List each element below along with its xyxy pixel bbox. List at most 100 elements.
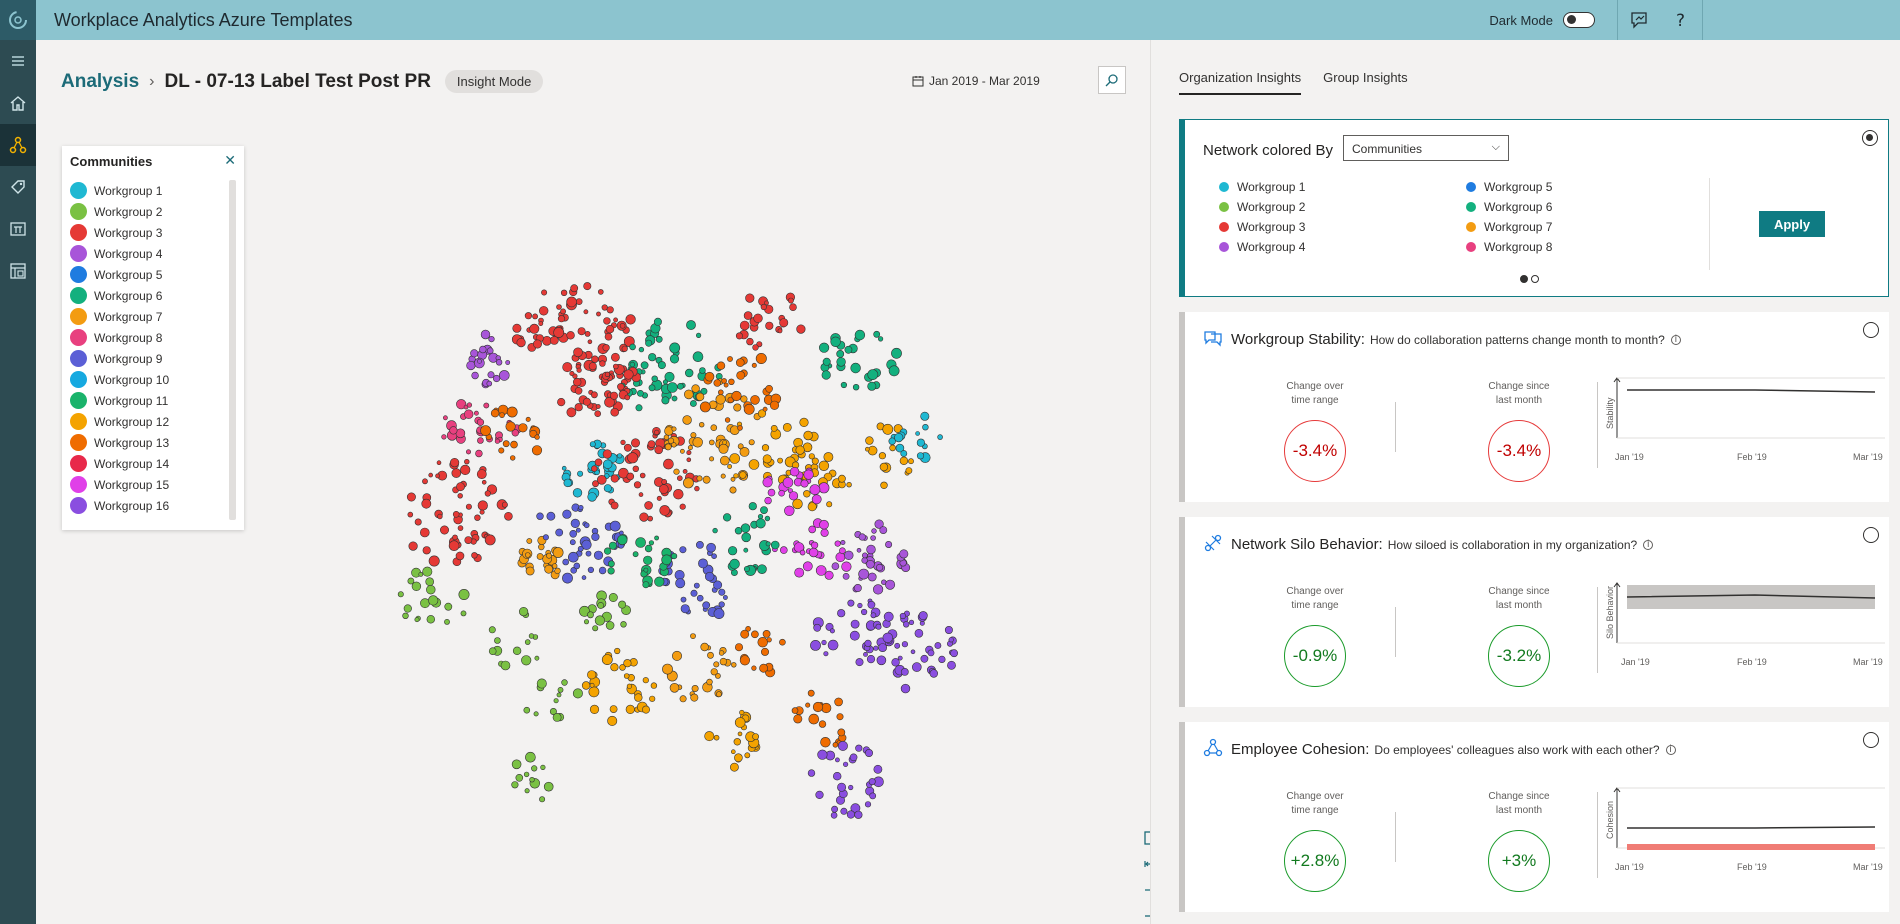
network-node[interactable] [770, 540, 780, 550]
network-node[interactable] [510, 455, 516, 461]
network-node[interactable] [654, 429, 660, 436]
network-node[interactable] [854, 810, 863, 819]
network-node[interactable] [899, 456, 909, 465]
network-node[interactable] [617, 534, 628, 546]
network-node[interactable] [757, 564, 767, 575]
network-node[interactable] [836, 357, 846, 367]
network-node[interactable] [867, 369, 879, 380]
network-node[interactable] [603, 484, 612, 493]
tag-icon[interactable] [0, 166, 36, 208]
network-node[interactable] [693, 582, 700, 589]
network-node[interactable] [916, 452, 925, 460]
network-node[interactable] [821, 639, 827, 646]
network-node[interactable] [901, 641, 909, 648]
network-node[interactable] [583, 309, 589, 315]
network-node[interactable] [458, 588, 470, 600]
network-node[interactable] [866, 654, 876, 664]
network-node[interactable] [574, 386, 583, 395]
network-node[interactable] [591, 465, 598, 472]
network-node[interactable] [618, 600, 627, 609]
network-node[interactable] [730, 762, 739, 772]
network-node[interactable] [581, 575, 587, 580]
cohesion-trend-chart[interactable]: Cohesion Jan '19 Feb '19 Mar '19 [1605, 784, 1885, 894]
network-node[interactable] [695, 392, 705, 401]
network-node[interactable] [480, 425, 491, 436]
network-node[interactable] [875, 623, 882, 630]
network-node[interactable] [582, 397, 591, 406]
tab-group-insights[interactable]: Group Insights [1323, 70, 1408, 95]
network-node[interactable] [736, 370, 746, 380]
network-node[interactable] [866, 544, 876, 555]
network-node[interactable] [451, 468, 462, 478]
network-node[interactable] [778, 489, 785, 497]
network-node[interactable] [455, 551, 465, 561]
network-node[interactable] [481, 479, 487, 485]
network-node[interactable] [477, 437, 484, 444]
network-node[interactable] [553, 327, 565, 338]
network-node[interactable] [803, 490, 811, 498]
network-node[interactable] [712, 527, 718, 534]
network-node[interactable] [479, 345, 487, 354]
network-node[interactable] [629, 343, 636, 351]
network-node[interactable] [765, 321, 774, 330]
network-node[interactable] [760, 303, 767, 311]
network-node[interactable] [880, 481, 888, 489]
network-node[interactable] [867, 572, 877, 582]
network-node[interactable] [502, 440, 510, 448]
network-node[interactable] [591, 532, 600, 542]
network-node[interactable] [695, 332, 702, 339]
network-node[interactable] [594, 615, 606, 626]
network-node[interactable] [512, 323, 522, 333]
network-node[interactable] [739, 471, 747, 479]
network-node[interactable] [614, 647, 621, 655]
network-node[interactable] [687, 445, 693, 451]
network-node[interactable] [498, 447, 505, 454]
network-node[interactable] [875, 563, 884, 572]
network-node[interactable] [841, 561, 852, 572]
network-node[interactable] [641, 705, 650, 714]
network-icon[interactable] [0, 124, 36, 166]
network-node[interactable] [696, 475, 703, 482]
network-node[interactable] [525, 751, 536, 763]
network-node[interactable] [728, 378, 735, 385]
network-node[interactable] [867, 381, 877, 391]
network-node[interactable] [516, 338, 526, 348]
network-node[interactable] [698, 422, 705, 428]
network-node[interactable] [630, 438, 640, 448]
network-node[interactable] [792, 498, 803, 510]
network-node[interactable] [910, 649, 916, 655]
network-node[interactable] [719, 657, 728, 666]
network-node[interactable] [594, 458, 603, 467]
network-node[interactable] [664, 443, 672, 451]
network-node[interactable] [609, 705, 618, 713]
network-node[interactable] [645, 339, 653, 347]
network-node[interactable] [606, 306, 614, 314]
network-node[interactable] [793, 714, 803, 724]
network-node[interactable] [501, 501, 508, 508]
network-node[interactable] [784, 505, 795, 516]
community-item[interactable]: Workgroup 2 [70, 201, 228, 222]
network-node[interactable] [449, 426, 458, 435]
network-node[interactable] [914, 628, 924, 638]
network-node[interactable] [619, 322, 626, 329]
network-node[interactable] [711, 553, 717, 560]
network-node[interactable] [873, 330, 881, 338]
network-node[interactable] [523, 771, 530, 778]
network-node[interactable] [846, 810, 856, 819]
network-node[interactable] [551, 563, 558, 569]
network-node[interactable] [602, 449, 612, 459]
network-node[interactable] [777, 328, 783, 334]
network-node[interactable] [762, 454, 772, 464]
network-node[interactable] [727, 464, 732, 469]
network-node[interactable] [406, 492, 416, 502]
network-node[interactable] [699, 401, 711, 413]
network-node[interactable] [623, 369, 634, 380]
network-node[interactable] [788, 297, 794, 304]
network-node[interactable] [560, 308, 566, 315]
network-node[interactable] [488, 647, 497, 656]
network-node[interactable] [588, 362, 597, 371]
network-node[interactable] [950, 649, 958, 658]
network-node[interactable] [690, 633, 696, 639]
network-node[interactable] [452, 534, 458, 541]
network-node[interactable] [577, 470, 584, 477]
